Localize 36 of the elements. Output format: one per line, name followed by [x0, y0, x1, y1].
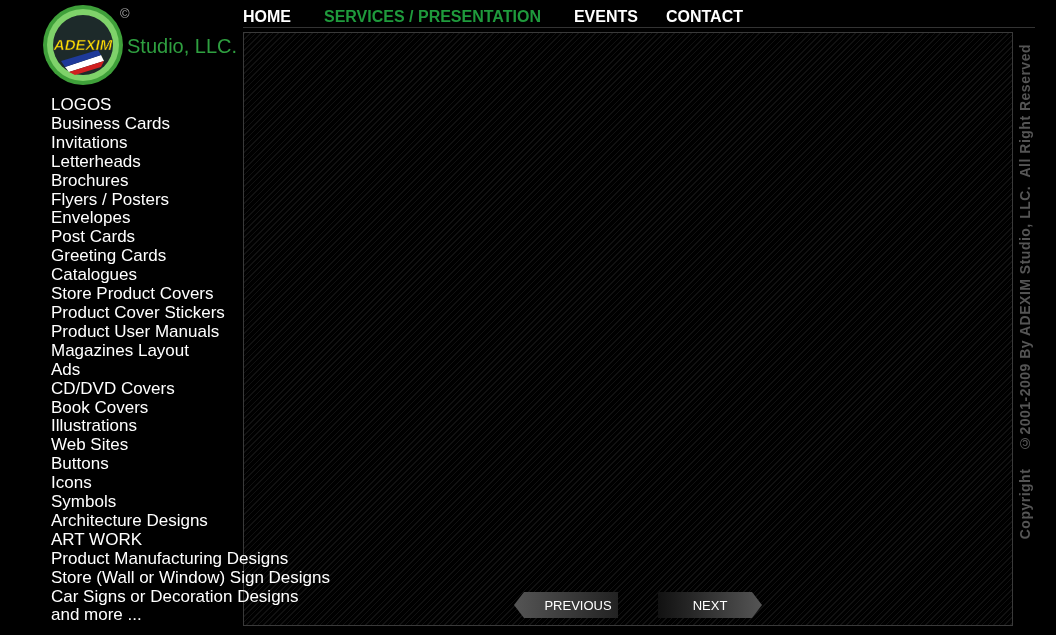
- service-link[interactable]: Letterheads: [51, 152, 141, 172]
- service-link[interactable]: Catalogues: [51, 266, 137, 286]
- company-name: Studio, LLC.: [127, 35, 238, 58]
- service-link[interactable]: Web Sites: [51, 436, 129, 456]
- nav-link[interactable]: CONTACT: [665, 8, 743, 26]
- service-link[interactable]: Book Covers: [51, 398, 149, 418]
- service-link[interactable]: Post Cards: [51, 228, 136, 248]
- service-link[interactable]: Product User Manuals: [51, 322, 220, 342]
- service-link[interactable]: Store (Wall or Window) Sign Designs: [51, 568, 330, 588]
- service-link[interactable]: Store Product Covers: [51, 285, 214, 304]
- copyright-text: Copyright ©2001-2009 By ADEXIM Studio, LLC. All Right Reserved: [1016, 44, 1033, 540]
- service-link[interactable]: Ads: [51, 360, 81, 380]
- service-link[interactable]: Icons: [51, 474, 92, 494]
- service-link[interactable]: Product Manufacturing Designs: [51, 549, 289, 569]
- nav-link[interactable]: SERVICES / PRESENTATION: [324, 8, 541, 26]
- service-link[interactable]: Illustrations: [51, 417, 137, 437]
- service-link[interactable]: Flyers / Posters: [51, 190, 170, 210]
- service-link[interactable]: Brochures: [51, 171, 129, 191]
- service-link[interactable]: Business Cards: [51, 114, 171, 134]
- service-link[interactable]: Product Cover Stickers: [51, 303, 225, 323]
- service-link[interactable]: Symbols: [51, 493, 117, 512]
- service-link[interactable]: ART WORK: [51, 530, 142, 550]
- service-link[interactable]: Magazines Layout: [51, 341, 189, 361]
- nav-link[interactable]: EVENTS: [573, 8, 638, 26]
- service-link[interactable]: Invitations: [51, 133, 128, 153]
- previous-button[interactable]: PREVIOUS: [514, 592, 618, 618]
- service-link[interactable]: and more ...: [51, 606, 142, 626]
- service-link[interactable]: Buttons: [51, 455, 109, 475]
- service-link[interactable]: LOGOS: [51, 96, 112, 115]
- service-link[interactable]: CD/DVD Covers: [51, 379, 175, 399]
- next-button[interactable]: NEXT: [658, 592, 762, 618]
- service-link[interactable]: Greeting Cards: [51, 247, 167, 267]
- service-link[interactable]: Car Signs or Decoration Designs: [51, 587, 299, 607]
- service-link[interactable]: Envelopes: [51, 209, 131, 229]
- service-link[interactable]: Architecture Designs: [51, 511, 208, 531]
- nav-link[interactable]: HOME: [243, 8, 291, 26]
